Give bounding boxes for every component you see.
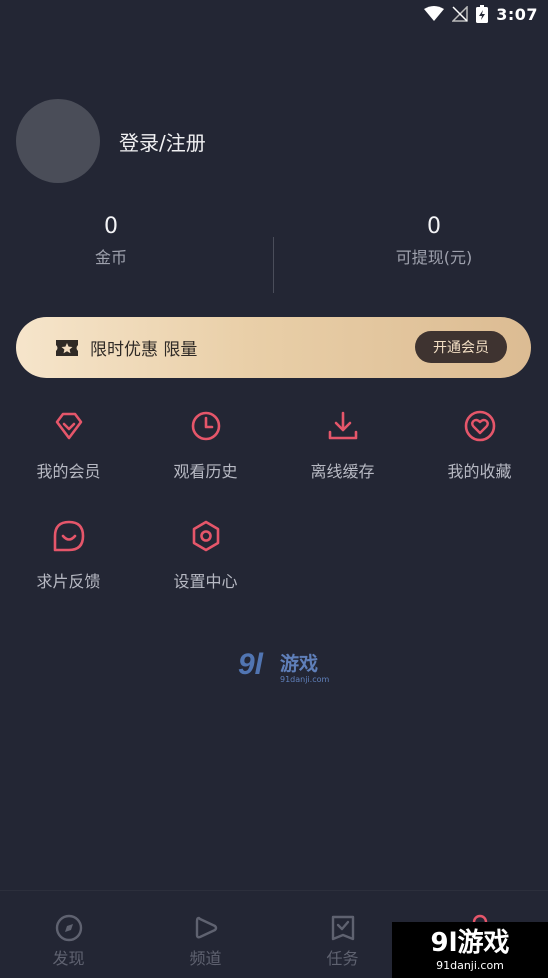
watermark-domain: 91danji.com <box>436 958 504 972</box>
open-membership-button[interactable]: 开通会员 <box>415 331 507 363</box>
status-time: 3:07 <box>496 4 538 24</box>
coins-value: 0 <box>104 214 118 239</box>
feature-label: 求片反馈 <box>36 572 101 591</box>
feature-settings-center[interactable]: 设置中心 <box>137 518 274 592</box>
nav-tab-discover[interactable]: 发现 <box>0 913 137 969</box>
settings-icon <box>192 520 219 552</box>
nav-tab-tasks[interactable]: 任务 <box>274 913 411 969</box>
feature-label: 我的收藏 <box>447 462 512 481</box>
svg-text:游戏: 游戏 <box>280 652 318 675</box>
nav-tab-channel[interactable]: 频道 <box>137 913 274 969</box>
withdrawable-stat[interactable]: 0 可提现(元) <box>297 212 548 268</box>
nav-label: 频道 <box>189 949 222 968</box>
feature-label: 观看历史 <box>173 462 238 481</box>
feature-offline-cache[interactable]: 离线缓存 <box>274 408 411 482</box>
status-bar: 3:07 <box>0 0 548 28</box>
feature-label: 设置中心 <box>173 572 238 591</box>
diamond-icon <box>55 412 82 440</box>
vip-promo-banner[interactable]: 限时优惠 限量 开通会员 <box>16 317 531 378</box>
svg-text:9l: 9l <box>238 648 264 681</box>
feature-label: 我的会员 <box>36 462 101 481</box>
feature-my-favorites[interactable]: 我的收藏 <box>411 408 548 482</box>
heart-icon <box>464 410 495 442</box>
coins-stat[interactable]: 0 金币 <box>0 212 248 268</box>
nav-label: 任务 <box>326 949 359 968</box>
feature-request-feedback[interactable]: 求片反馈 <box>0 518 137 592</box>
task-icon <box>331 915 354 941</box>
feature-label: 离线缓存 <box>310 462 375 481</box>
avatar[interactable] <box>16 99 100 183</box>
promo-text: 限时优惠 限量 <box>90 340 198 360</box>
download-icon <box>328 411 357 440</box>
coins-label: 金币 <box>94 248 127 267</box>
profile-header[interactable]: 登录/注册 <box>16 99 206 183</box>
corner-watermark: 9l游戏 91danji.com <box>392 922 548 978</box>
withdrawable-label: 可提现(元) <box>395 248 473 267</box>
no-signal-icon <box>452 6 468 22</box>
wifi-icon <box>424 6 445 21</box>
feature-my-membership[interactable]: 我的会员 <box>0 408 137 482</box>
stats-divider <box>273 237 274 293</box>
login-register-link[interactable]: 登录/注册 <box>119 127 206 156</box>
feature-watch-history[interactable]: 观看历史 <box>137 408 274 482</box>
battery-charging-icon <box>476 5 489 23</box>
clock-icon <box>191 411 220 441</box>
nav-label: 发现 <box>52 949 85 968</box>
compass-icon <box>55 914 82 942</box>
withdrawable-value: 0 <box>427 214 441 239</box>
watermark-logo: 9l 游戏 91danji.com <box>238 648 330 684</box>
watermark-brand: 9l游戏 <box>430 927 510 958</box>
play-icon <box>195 916 217 939</box>
ticket-star-icon <box>56 339 78 356</box>
watermark-mid-domain: 91danji.com <box>280 675 330 684</box>
feedback-icon <box>53 520 84 552</box>
stats-row: 0 金币 0 可提现(元) <box>0 212 548 294</box>
